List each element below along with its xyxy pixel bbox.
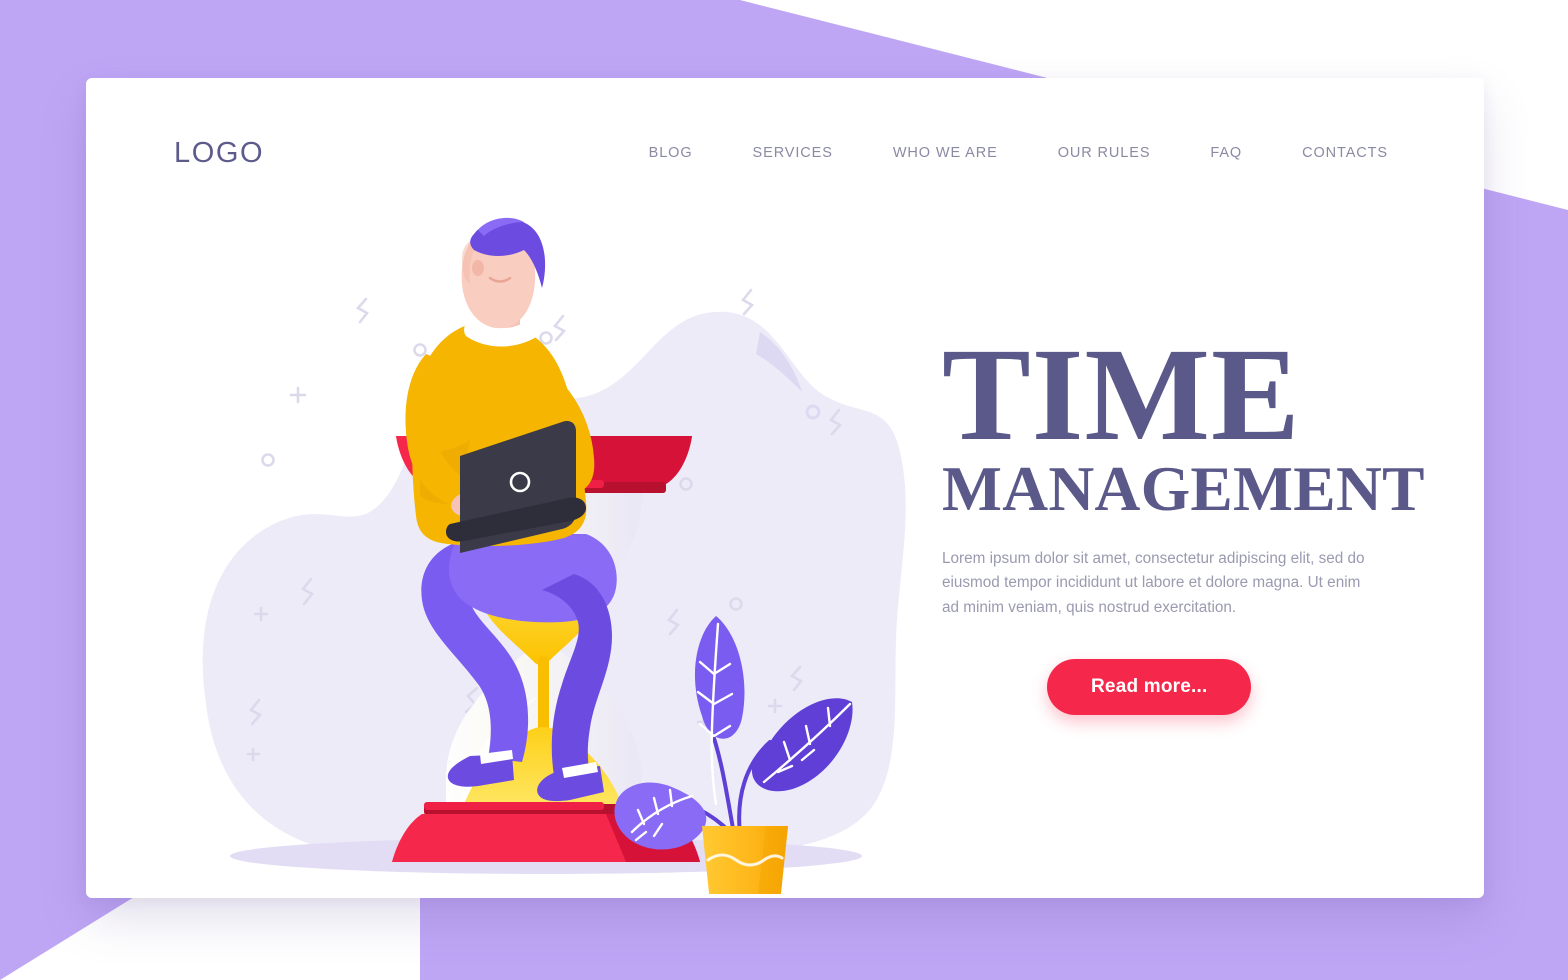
nav-item-faq[interactable]: FAQ — [1180, 139, 1272, 167]
site-logo[interactable]: LOGO — [174, 137, 264, 170]
hero-illustration — [174, 204, 914, 894]
nav-item-services[interactable]: SERVICES — [723, 139, 863, 167]
nav-item-blog[interactable]: BLOG — [619, 139, 723, 167]
landing-page-card: LOGO BLOG SERVICES WHO WE ARE OUR RULES … — [86, 78, 1484, 898]
nav-item-our-rules[interactable]: OUR RULES — [1028, 139, 1181, 167]
nav-item-who-we-are[interactable]: WHO WE ARE — [863, 139, 1028, 167]
page-subtitle: MANAGEMENT — [942, 453, 1425, 525]
hero-text-block: TIME MANAGEMENT Lorem ipsum dolor sit am… — [942, 320, 1425, 715]
main-navigation: BLOG SERVICES WHO WE ARE OUR RULES FAQ C… — [619, 139, 1388, 167]
nav-item-contacts[interactable]: CONTACTS — [1272, 139, 1388, 167]
read-more-button[interactable]: Read more... — [1047, 658, 1252, 715]
hero-paragraph: Lorem ipsum dolor sit amet, consectetur … — [942, 549, 1365, 617]
page-title: TIME — [942, 320, 1301, 468]
site-header: LOGO BLOG SERVICES WHO WE ARE OUR RULES … — [86, 78, 1484, 228]
